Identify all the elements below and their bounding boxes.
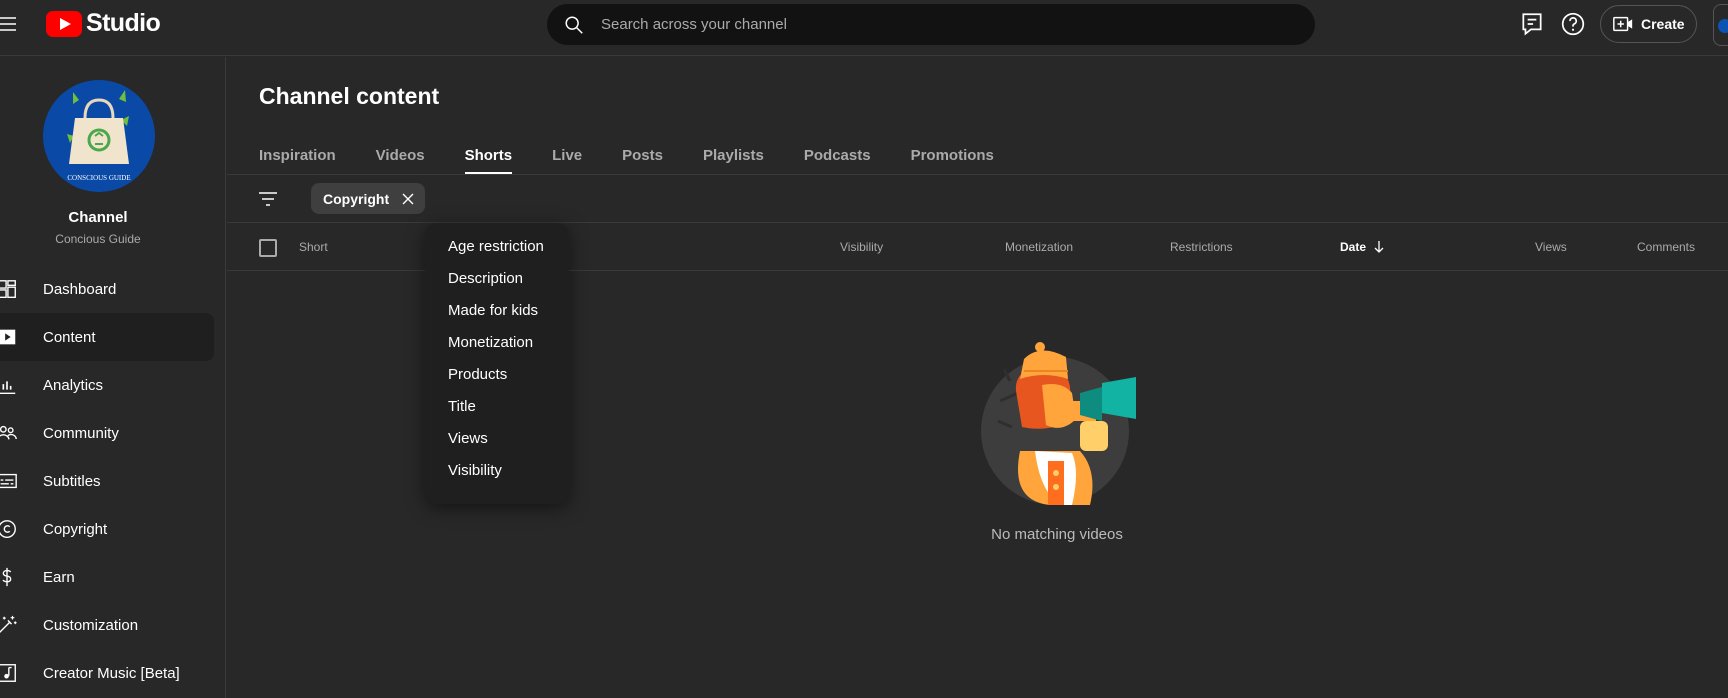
tab-posts[interactable]: Posts — [622, 139, 663, 175]
column-visibility: Visibility — [840, 240, 884, 254]
empty-state-illustration — [981, 342, 1136, 505]
column-restrictions: Restrictions — [1170, 240, 1233, 254]
menu-item-monetization[interactable]: Monetization — [425, 327, 569, 359]
sidebar-item-creator-music[interactable]: Creator Music [Beta] — [0, 649, 214, 697]
select-all-checkbox[interactable] — [259, 239, 277, 257]
menu-item-description[interactable]: Description — [425, 263, 569, 295]
menu-item-products[interactable]: Products — [425, 359, 569, 391]
sidebar-item-label: Earn — [43, 568, 75, 586]
menu-item-views[interactable]: Views — [425, 423, 569, 455]
column-date[interactable]: Date — [1340, 240, 1386, 254]
filter-chip-copyright[interactable]: Copyright — [311, 183, 426, 214]
tab-promotions[interactable]: Promotions — [911, 139, 994, 175]
filter-dropdown-menu: Age restriction Description Made for kid… — [425, 223, 569, 504]
feedback-icon[interactable] — [1519, 11, 1545, 37]
sidebar-item-label: Community — [43, 424, 119, 442]
search-input[interactable] — [601, 16, 1261, 33]
tabs-divider — [227, 174, 1728, 175]
filter-chip-label: Copyright — [323, 190, 390, 207]
sidebar: CONSCIOUS GUIDE Channel Concious Guide D… — [0, 57, 226, 698]
sidebar-item-community[interactable]: Community — [0, 409, 214, 457]
earn-icon — [2, 567, 12, 587]
menu-item-title[interactable]: Title — [425, 391, 569, 423]
tab-podcasts[interactable]: Podcasts — [804, 139, 871, 175]
sidebar-item-customization[interactable]: Customization — [0, 601, 214, 649]
add-video-icon — [1613, 16, 1633, 32]
channel-label: Channel — [68, 209, 128, 226]
tab-live[interactable]: Live — [552, 139, 582, 175]
tab-playlists[interactable]: Playlists — [703, 139, 764, 175]
column-date-label: Date — [1340, 240, 1367, 254]
arrow-down-icon — [1374, 241, 1384, 253]
column-monetization: Monetization — [1005, 240, 1074, 254]
sidebar-item-label: Copyright — [43, 520, 108, 538]
sidebar-item-analytics[interactable]: Analytics — [0, 361, 214, 409]
menu-item-age-restriction[interactable]: Age restriction — [425, 231, 569, 263]
music-icon — [0, 664, 16, 682]
sidebar-item-label: Analytics — [43, 376, 104, 394]
channel-avatar[interactable]: CONSCIOUS GUIDE — [43, 80, 155, 192]
filter-icon[interactable] — [256, 187, 280, 211]
sidebar-item-dashboard[interactable]: Dashboard — [0, 265, 214, 313]
sidebar-item-earn[interactable]: Earn — [0, 553, 214, 601]
menu-item-made-for-kids[interactable]: Made for kids — [425, 295, 569, 327]
menu-item-visibility[interactable]: Visibility — [425, 455, 569, 487]
sidebar-item-subtitles[interactable]: Subtitles — [0, 457, 214, 505]
sidebar-nav: Dashboard Content Analytics Community Su… — [0, 265, 214, 697]
content-icon — [0, 329, 16, 345]
svg-text:CONSCIOUS GUIDE: CONSCIOUS GUIDE — [67, 174, 130, 182]
create-button[interactable]: Create — [1600, 5, 1697, 43]
subtitles-icon — [0, 473, 17, 489]
empty-state-text: No matching videos — [991, 526, 1123, 543]
tab-videos[interactable]: Videos — [376, 139, 425, 175]
community-icon — [0, 425, 17, 440]
sidebar-item-label: Customization — [43, 616, 139, 634]
menu-icon[interactable] — [0, 12, 24, 36]
content-tabs: Inspiration Videos Shorts Live Posts Pla… — [259, 139, 1034, 175]
column-comments: Comments — [1637, 240, 1696, 254]
tab-inspiration[interactable]: Inspiration — [259, 139, 336, 175]
studio-logo[interactable]: Studio — [46, 9, 161, 38]
column-views: Views — [1535, 240, 1567, 254]
channel-name[interactable]: Concious Guide — [0, 232, 196, 246]
account-avatar[interactable] — [1713, 4, 1728, 46]
help-icon[interactable] — [1560, 11, 1586, 37]
close-icon[interactable] — [401, 192, 415, 206]
search-icon — [565, 15, 583, 34]
sidebar-item-content[interactable]: Content — [0, 313, 214, 361]
sidebar-item-label: Dashboard — [43, 280, 117, 298]
tab-shorts[interactable]: Shorts — [464, 139, 512, 175]
sidebar-item-label: Subtitles — [43, 472, 101, 490]
dashboard-icon — [0, 280, 16, 298]
sidebar-item-copyright[interactable]: Copyright — [0, 505, 214, 553]
search-bar[interactable] — [547, 4, 1315, 45]
analytics-icon — [0, 381, 16, 394]
channel-logo-icon: CONSCIOUS GUIDE — [43, 80, 155, 192]
page-title: Channel content — [259, 83, 440, 109]
youtube-logo-icon — [46, 10, 82, 37]
column-short: Short — [299, 240, 328, 254]
logo-text: Studio — [86, 9, 161, 37]
create-label: Create — [1641, 16, 1685, 32]
sidebar-item-label: Content — [43, 328, 96, 346]
top-bar: Studio Create — [0, 0, 1728, 56]
copyright-icon — [0, 520, 16, 538]
sidebar-item-label: Creator Music [Beta] — [43, 664, 180, 682]
customization-icon — [0, 615, 17, 633]
